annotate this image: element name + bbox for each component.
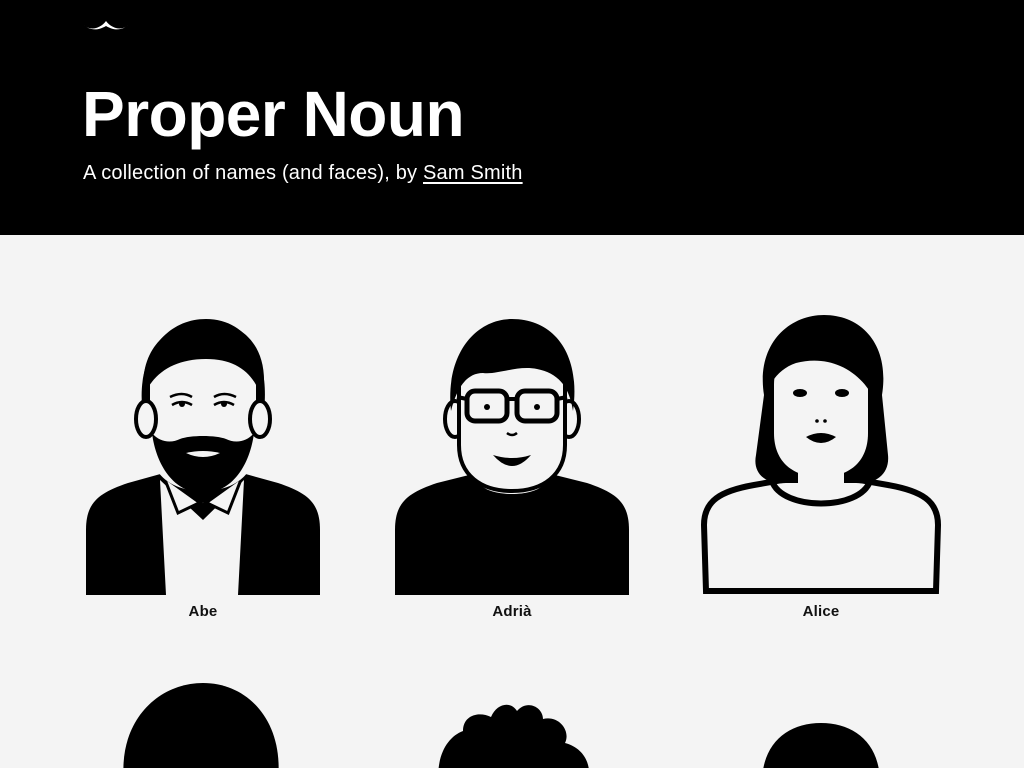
person-name: Adrià: [492, 603, 532, 620]
person-card-row2-2[interactable]: [387, 697, 637, 768]
site-header: Proper Noun A collection of names (and f…: [0, 0, 1024, 235]
person-card-row2-3[interactable]: [696, 723, 946, 768]
person-card-alice[interactable]: Alice: [696, 315, 946, 620]
people-grid: Abe Adrià Alice: [0, 235, 1024, 768]
avatar-row2-1-icon: [123, 683, 279, 768]
author-link[interactable]: Sam Smith: [423, 162, 523, 184]
avatar-adria-icon: [395, 319, 629, 595]
person-name: Alice: [802, 603, 840, 620]
avatar-alice-icon: [700, 315, 942, 594]
avatar-row2-3-icon: [763, 723, 879, 768]
person-card-row2-1[interactable]: [78, 681, 328, 768]
subtitle-text: A collection of names (and faces), by: [83, 162, 423, 184]
person-name: Abe: [188, 603, 218, 620]
avatar-row2-2-icon: [438, 704, 589, 768]
mustache-icon[interactable]: [82, 15, 130, 33]
avatar-abe-icon: [86, 319, 320, 595]
person-card-adria[interactable]: Adrià: [387, 315, 637, 620]
page-subtitle: A collection of names (and faces), by Sa…: [83, 160, 523, 186]
page-title: Proper Noun: [82, 78, 465, 150]
person-card-abe[interactable]: Abe: [78, 315, 328, 620]
